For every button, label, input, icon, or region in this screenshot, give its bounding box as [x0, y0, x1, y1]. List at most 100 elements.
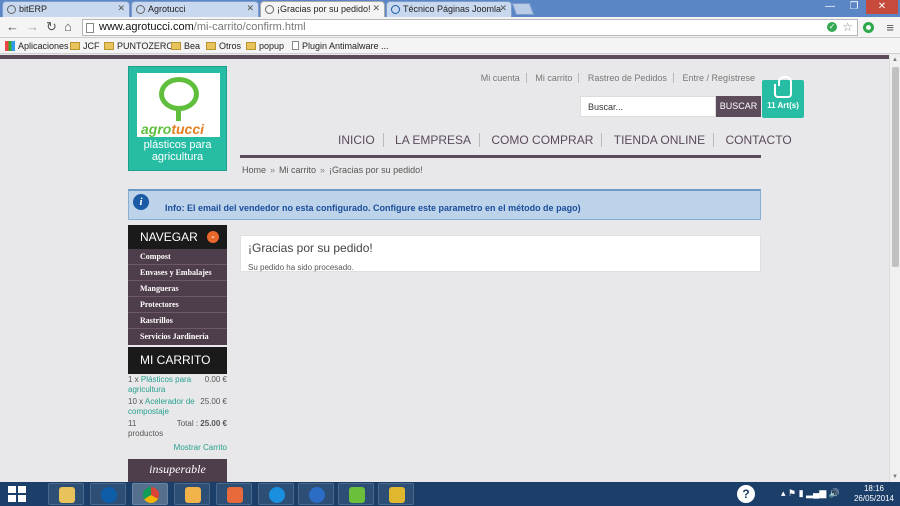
cart-button[interactable]: 11 Art(s) — [762, 76, 804, 118]
shield-icon — [389, 487, 405, 503]
taskbar-green-app[interactable] — [338, 483, 374, 505]
breadcrumb-carrito[interactable]: Mi carrito — [279, 165, 316, 175]
tab-biterp[interactable]: bitERP ✕ — [2, 1, 130, 17]
sidebar-item-protectores[interactable]: Protectores — [128, 297, 227, 313]
close-icon[interactable]: ✕ — [372, 3, 380, 14]
taskbar-sync[interactable] — [258, 483, 294, 505]
bookmark-popup[interactable]: popup — [246, 41, 284, 51]
breadcrumb: Home» Mi carrito» ¡Gracias por su pedido! — [242, 165, 423, 175]
chrome-icon — [143, 487, 159, 503]
minimize-icon[interactable]: — — [818, 0, 842, 14]
taskbar-yellow-app[interactable] — [378, 483, 414, 505]
sync-icon — [269, 487, 285, 503]
bookmarks-bar: Aplicaciones JCF PUNTOZERO Bea Otros pop… — [0, 38, 900, 54]
logo-tagline: plásticos para agricultura — [143, 139, 212, 163]
site-logo[interactable]: agrotucci plásticos para agricultura — [128, 66, 227, 171]
address-toolbar: ← → ↻ ⌂ www.agrotucci.com/mi-carrito/con… — [0, 17, 900, 38]
sidebar-item-servicios[interactable]: Servicios Jardinería — [128, 329, 227, 345]
extension-icon[interactable] — [863, 22, 874, 33]
window-close-icon[interactable]: ✕ — [866, 0, 898, 14]
new-tab-button[interactable] — [511, 3, 535, 15]
sidebar-item-compost[interactable]: Compost — [128, 249, 227, 265]
help-icon[interactable]: ? — [737, 485, 755, 503]
nav-tienda-online[interactable]: TIENDA ONLINE — [605, 133, 715, 147]
back-icon[interactable]: ← — [6, 19, 19, 35]
forward-icon[interactable]: → — [26, 19, 39, 35]
link-entre[interactable]: Entre / Regístrese — [676, 73, 755, 83]
mini-cart: 1 x Plásticos para agricultura 0.00 € 10… — [128, 375, 227, 453]
link-rastreo[interactable]: Rastreo de Pedidos — [581, 73, 674, 83]
bookmark-bea[interactable]: Bea — [171, 41, 200, 51]
reload-icon[interactable]: ↻ — [46, 19, 57, 35]
windows-start-icon[interactable] — [8, 486, 26, 502]
page-icon — [292, 41, 299, 50]
maximize-icon[interactable]: ❐ — [842, 0, 866, 14]
menu-icon[interactable]: ≡ — [886, 20, 894, 35]
link-mi-carrito[interactable]: Mi carrito — [529, 73, 580, 83]
taskbar-explorer[interactable] — [48, 483, 84, 505]
search-input[interactable]: Buscar... — [580, 96, 716, 117]
taskbar: ? ▴ ⚑ ▮ ▂▄▆ 🔊 18:16 26/05/2014 — [0, 482, 900, 506]
people-icon — [227, 487, 243, 503]
bookmark-puntozero[interactable]: PUNTOZERO — [104, 41, 173, 51]
close-icon[interactable]: ✕ — [117, 3, 125, 14]
clock[interactable]: 18:16 26/05/2014 — [854, 484, 894, 504]
scroll-down-icon[interactable]: ▼ — [892, 474, 898, 480]
nav-divider — [240, 155, 761, 158]
folder-icon — [59, 487, 75, 503]
tab-agrotucci[interactable]: Agrotucci ✕ — [131, 1, 259, 17]
taskbar-chrome[interactable] — [132, 483, 168, 505]
close-icon[interactable]: ✕ — [246, 3, 254, 14]
sidebar-item-envases[interactable]: Envases y Embalajes — [128, 265, 227, 281]
scroll-up-icon[interactable]: ▲ — [892, 57, 898, 63]
sidebar-nav: NAVEGAR ⌄ Compost Envases y Embalajes Man… — [128, 225, 227, 345]
bookmark-plugin[interactable]: Plugin Antimalware ... — [292, 41, 389, 51]
show-cart-link[interactable]: Mostrar Carrito — [128, 441, 227, 453]
folder-icon — [206, 42, 216, 50]
app-icon — [309, 487, 325, 503]
nav-contacto[interactable]: CONTACTO — [717, 133, 799, 147]
browser-tab-bar: bitERP ✕ Agrotucci ✕ ¡Gracias por su pedid… — [0, 0, 900, 17]
bookmark-jcf[interactable]: JCF — [70, 41, 100, 51]
promo-banner[interactable]: insuperable — [128, 459, 227, 482]
chevron-down-icon[interactable]: ⌄ — [207, 231, 219, 243]
system-tray[interactable]: ▴ ⚑ ▮ ▂▄▆ 🔊 — [781, 488, 840, 499]
favicon-icon — [7, 5, 16, 14]
cart-item: 1 x Plásticos para agricultura 0.00 € — [128, 375, 227, 394]
page-icon — [86, 23, 94, 33]
tab-joomla[interactable]: Técnico Páginas Joomla ✕ — [386, 1, 512, 17]
mail-icon — [185, 487, 201, 503]
taskbar-people[interactable] — [216, 483, 252, 505]
sidebar-item-mangueras[interactable]: Mangueras — [128, 281, 227, 297]
info-alert: i Info: El email del vendedor no esta co… — [128, 189, 761, 220]
link-mi-cuenta[interactable]: Mi cuenta — [474, 73, 527, 83]
hp-icon — [101, 487, 117, 503]
folder-icon — [104, 42, 114, 50]
search-button[interactable]: BUSCAR — [716, 96, 761, 117]
extension-check-icon[interactable]: ✓ — [827, 22, 837, 32]
shield-icon — [349, 487, 365, 503]
bookmark-otros[interactable]: Otros — [206, 41, 241, 51]
nav-como-comprar[interactable]: COMO COMPRAR — [483, 133, 603, 147]
taskbar-mail[interactable] — [174, 483, 210, 505]
top-accent-bar — [0, 55, 889, 59]
sidebar-nav-title: NAVEGAR ⌄ — [128, 225, 227, 249]
taskbar-hp[interactable] — [90, 483, 126, 505]
bookmark-star-icon[interactable]: ☆ — [842, 20, 853, 34]
info-icon: i — [133, 194, 149, 210]
folder-icon — [70, 42, 80, 50]
scrollbar[interactable]: ▲ ▼ — [889, 55, 900, 482]
nav-inicio[interactable]: INICIO — [330, 133, 384, 147]
breadcrumb-home[interactable]: Home — [242, 165, 266, 175]
main-nav: INICIO LA EMPRESA COMO COMPRAR TIENDA ON… — [330, 133, 792, 155]
sidebar-item-rastrillos[interactable]: Rastrillos — [128, 313, 227, 329]
taskbar-app[interactable] — [298, 483, 334, 505]
nav-la-empresa[interactable]: LA EMPRESA — [387, 133, 481, 147]
scrollbar-thumb[interactable] — [892, 67, 899, 267]
confirmation-box: ¡Gracias por su pedido! Su pedido ha sid… — [240, 235, 761, 272]
close-icon[interactable]: ✕ — [499, 3, 507, 14]
url-input[interactable]: www.agrotucci.com/mi-carrito/confirm.htm… — [82, 19, 858, 36]
home-icon[interactable]: ⌂ — [64, 19, 72, 35]
tab-gracias[interactable]: ¡Gracias por su pedido! ✕ — [260, 1, 385, 17]
bookmark-apps[interactable]: Aplicaciones — [5, 41, 69, 51]
